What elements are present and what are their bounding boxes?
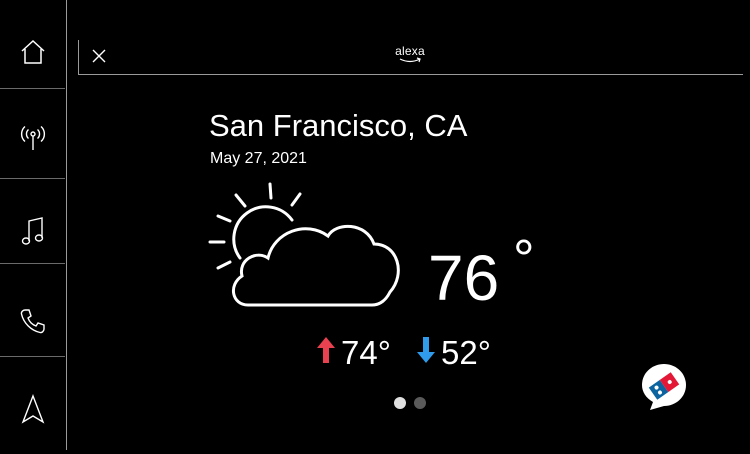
city-name: San Francisco, CA	[209, 108, 468, 143]
nav-divider	[0, 178, 65, 179]
close-icon	[92, 49, 106, 63]
nav-divider	[0, 88, 65, 89]
page-indicator	[394, 397, 426, 409]
current-temperature: 76	[428, 242, 500, 314]
page-dot-1[interactable]	[394, 397, 406, 409]
current-temperature-degree: °	[513, 229, 535, 289]
nav-rail	[0, 0, 67, 450]
nav-navigation-button[interactable]	[0, 364, 65, 454]
nav-phone-button[interactable]	[0, 276, 65, 366]
nav-home-button[interactable]	[0, 7, 65, 97]
high-temperature: 74°	[341, 334, 391, 371]
forecast-date: May 27, 2021	[210, 150, 307, 167]
nav-radio-button[interactable]	[0, 92, 65, 182]
alexa-logo-text: alexa	[395, 44, 425, 58]
phone-icon	[20, 309, 45, 334]
arrow-up-icon	[317, 337, 335, 363]
nav-divider	[0, 263, 65, 264]
nav-divider	[0, 356, 65, 357]
arrow-down-icon	[417, 337, 435, 363]
home-icon	[20, 39, 45, 64]
dominos-skill-icon[interactable]	[640, 362, 688, 412]
close-button[interactable]	[92, 49, 106, 63]
radio-icon	[20, 125, 45, 150]
navigation-arrow-icon	[21, 394, 44, 424]
music-note-icon	[21, 217, 43, 245]
partly-cloudy-icon	[208, 182, 400, 307]
low-temperature: 52°	[441, 334, 491, 371]
alexa-smile-icon	[399, 57, 421, 63]
page-dot-2[interactable]	[414, 397, 426, 409]
